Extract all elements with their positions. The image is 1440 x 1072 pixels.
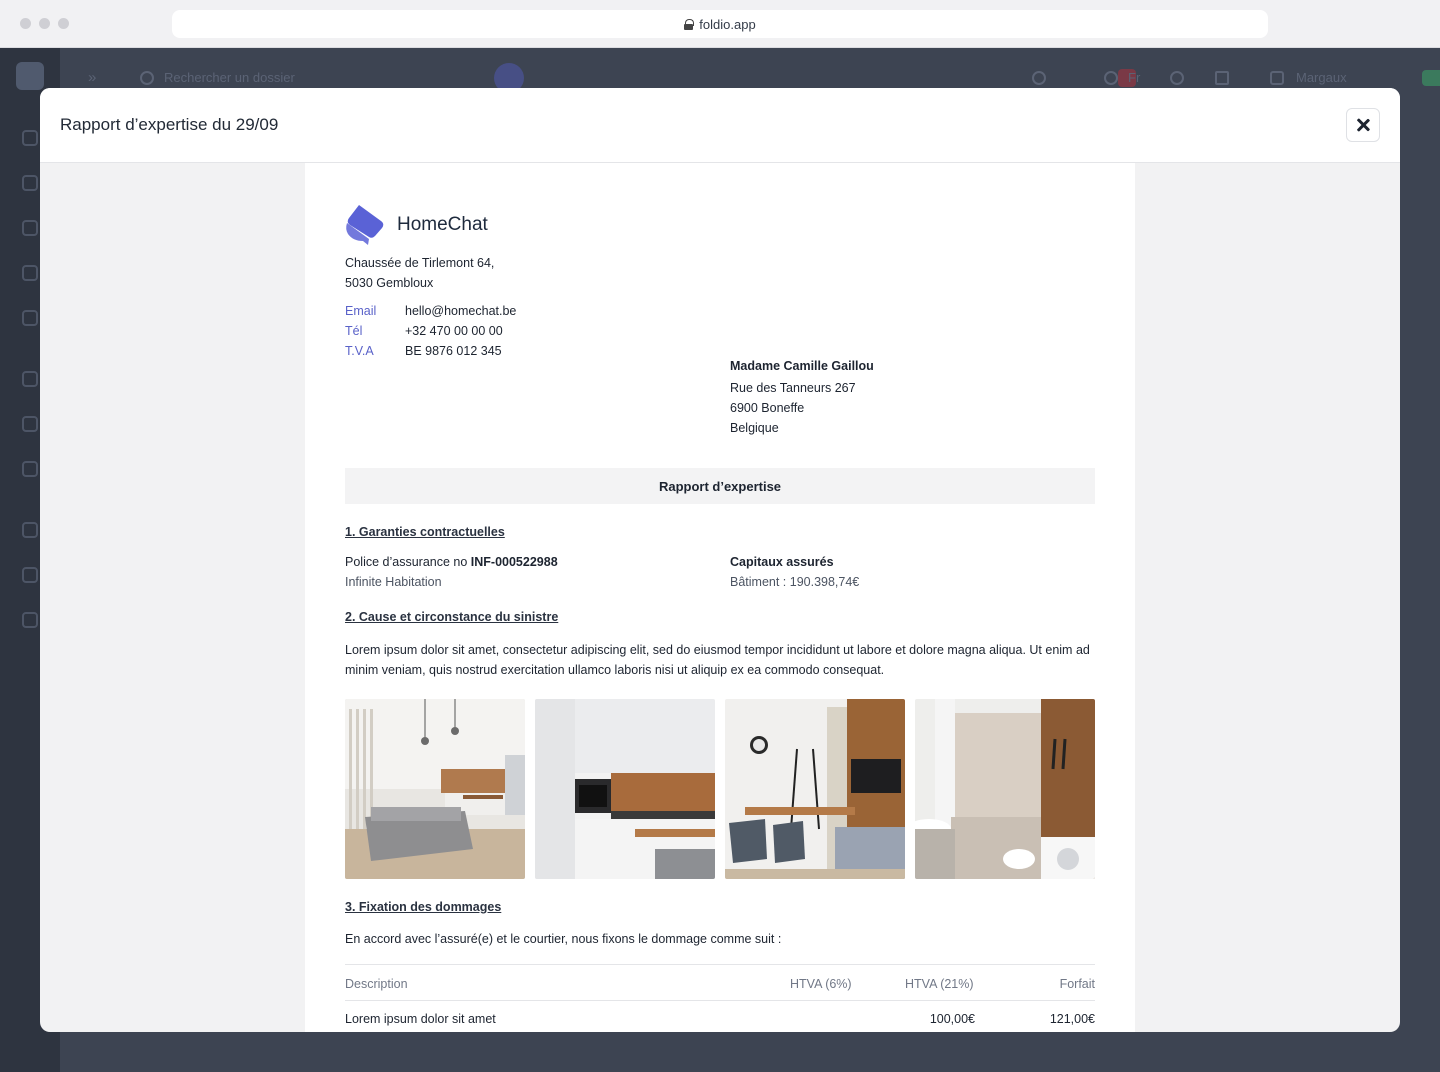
column-header-forfait: Forfait <box>1059 977 1095 991</box>
homechat-logo-icon <box>346 205 384 245</box>
lock-icon <box>684 18 695 30</box>
sidebar-team-icon <box>22 522 38 538</box>
section2-title: 2. Cause et circonstance du sinistre <box>345 610 559 624</box>
app-search-placeholder: Rechercher un dossier <box>164 70 295 85</box>
modal-header: Rapport d’expertise du 29/09 <box>40 88 1400 163</box>
modal-title: Rapport d’expertise du 29/09 <box>60 115 279 134</box>
bathroom-photo[interactable] <box>915 699 1095 879</box>
report-heading: Rapport d’expertise <box>345 468 1095 504</box>
sidebar-calendar-icon <box>22 220 38 236</box>
sidebar-dashboard-icon <box>22 130 38 146</box>
section3-text: En accord avec l’assuré(e) et le courtie… <box>345 932 782 946</box>
company-address-line2: 5030 Gembloux <box>345 276 434 290</box>
user-avatar-icon <box>1270 71 1284 85</box>
policy-line: Police d’assurance no INF-000522988 <box>345 555 558 569</box>
capital-title: Capitaux assurés <box>730 555 834 569</box>
living-room-photo[interactable] <box>345 699 525 879</box>
globe-icon <box>1104 71 1118 85</box>
user-role-badge <box>1422 70 1440 86</box>
company-address-line1: Chaussée de Tirlemont 64, <box>345 256 495 270</box>
notification-icon <box>1032 71 1046 85</box>
browser-chrome: foldio.app <box>0 0 1440 48</box>
recipient-street: Rue des Tanneurs 267 <box>730 381 856 395</box>
report-modal: Rapport d’expertise du 29/09 HomeChat Ch… <box>40 88 1400 1032</box>
column-header-htva21: HTVA (21%) <box>905 977 974 991</box>
close-icon <box>1356 118 1370 132</box>
column-header-description: Description <box>345 977 408 991</box>
user-name: Margaux <box>1296 70 1347 85</box>
recipient-name: Madame Camille Gaillou <box>730 359 874 373</box>
company-phone: +32 470 00 00 00 <box>405 324 503 338</box>
kitchen-photo[interactable] <box>535 699 715 879</box>
damage-table-header: Description HTVA (6%) HTVA (21%) Forfait <box>345 964 1095 1001</box>
sidebar-settings-icon <box>22 567 38 583</box>
capital-value: Bâtiment : 190.398,74€ <box>730 575 860 589</box>
email-label: Email <box>345 304 377 318</box>
table-row-description: Lorem ipsum dolor sit amet <box>345 1012 496 1026</box>
company-name: HomeChat <box>397 214 488 235</box>
vat-label: T.V.A <box>345 344 374 358</box>
address-bar-url: foldio.app <box>699 16 756 32</box>
expand-sidebar-icon: » <box>88 69 97 86</box>
sidebar-documents-icon <box>22 416 38 432</box>
column-header-htva6: HTVA (6%) <box>790 977 852 991</box>
sidebar-folders-icon <box>22 175 38 191</box>
sidebar-stats-icon <box>22 461 38 477</box>
section2-text: Lorem ipsum dolor sit amet, consectetur … <box>345 643 1090 677</box>
phone-label: Tél <box>345 324 363 338</box>
sidebar-help-icon <box>22 612 38 628</box>
app-logo <box>16 62 44 90</box>
dining-room-photo[interactable] <box>725 699 905 879</box>
close-button[interactable] <box>1346 108 1380 142</box>
language-label: Fr <box>1128 70 1141 85</box>
section3-title: 3. Fixation des dommages <box>345 900 502 914</box>
table-row-forfait: 121,00€ <box>1049 1012 1095 1026</box>
sidebar-chat-icon <box>22 265 38 281</box>
recipient-city: 6900 Boneffe <box>730 401 805 415</box>
dashboard-gauge-icon <box>1170 71 1184 85</box>
window-close-dot[interactable] <box>20 18 31 29</box>
company-email: hello@homechat.be <box>405 304 517 318</box>
sidebar-tasks-icon <box>22 371 38 387</box>
search-icon <box>140 71 154 85</box>
window-minimize-dot[interactable] <box>39 18 50 29</box>
policy-product: Infinite Habitation <box>345 575 442 589</box>
policy-prefix: Police d’assurance no <box>345 555 468 569</box>
address-bar[interactable]: foldio.app <box>172 10 1268 38</box>
policy-number: INF-000522988 <box>470 555 558 569</box>
table-row-htva21: 100,00€ <box>929 1012 975 1026</box>
section1-title: 1. Garanties contractuelles <box>345 525 505 539</box>
company-vat: BE 9876 012 345 <box>405 344 502 358</box>
recipient-country: Belgique <box>730 421 779 435</box>
window-controls <box>20 18 69 29</box>
fullscreen-icon <box>1215 71 1229 85</box>
window-maximize-dot[interactable] <box>58 18 69 29</box>
report-document: HomeChat Chaussée de Tirlemont 64, 5030 … <box>305 163 1135 1032</box>
sidebar-users-icon <box>22 310 38 326</box>
